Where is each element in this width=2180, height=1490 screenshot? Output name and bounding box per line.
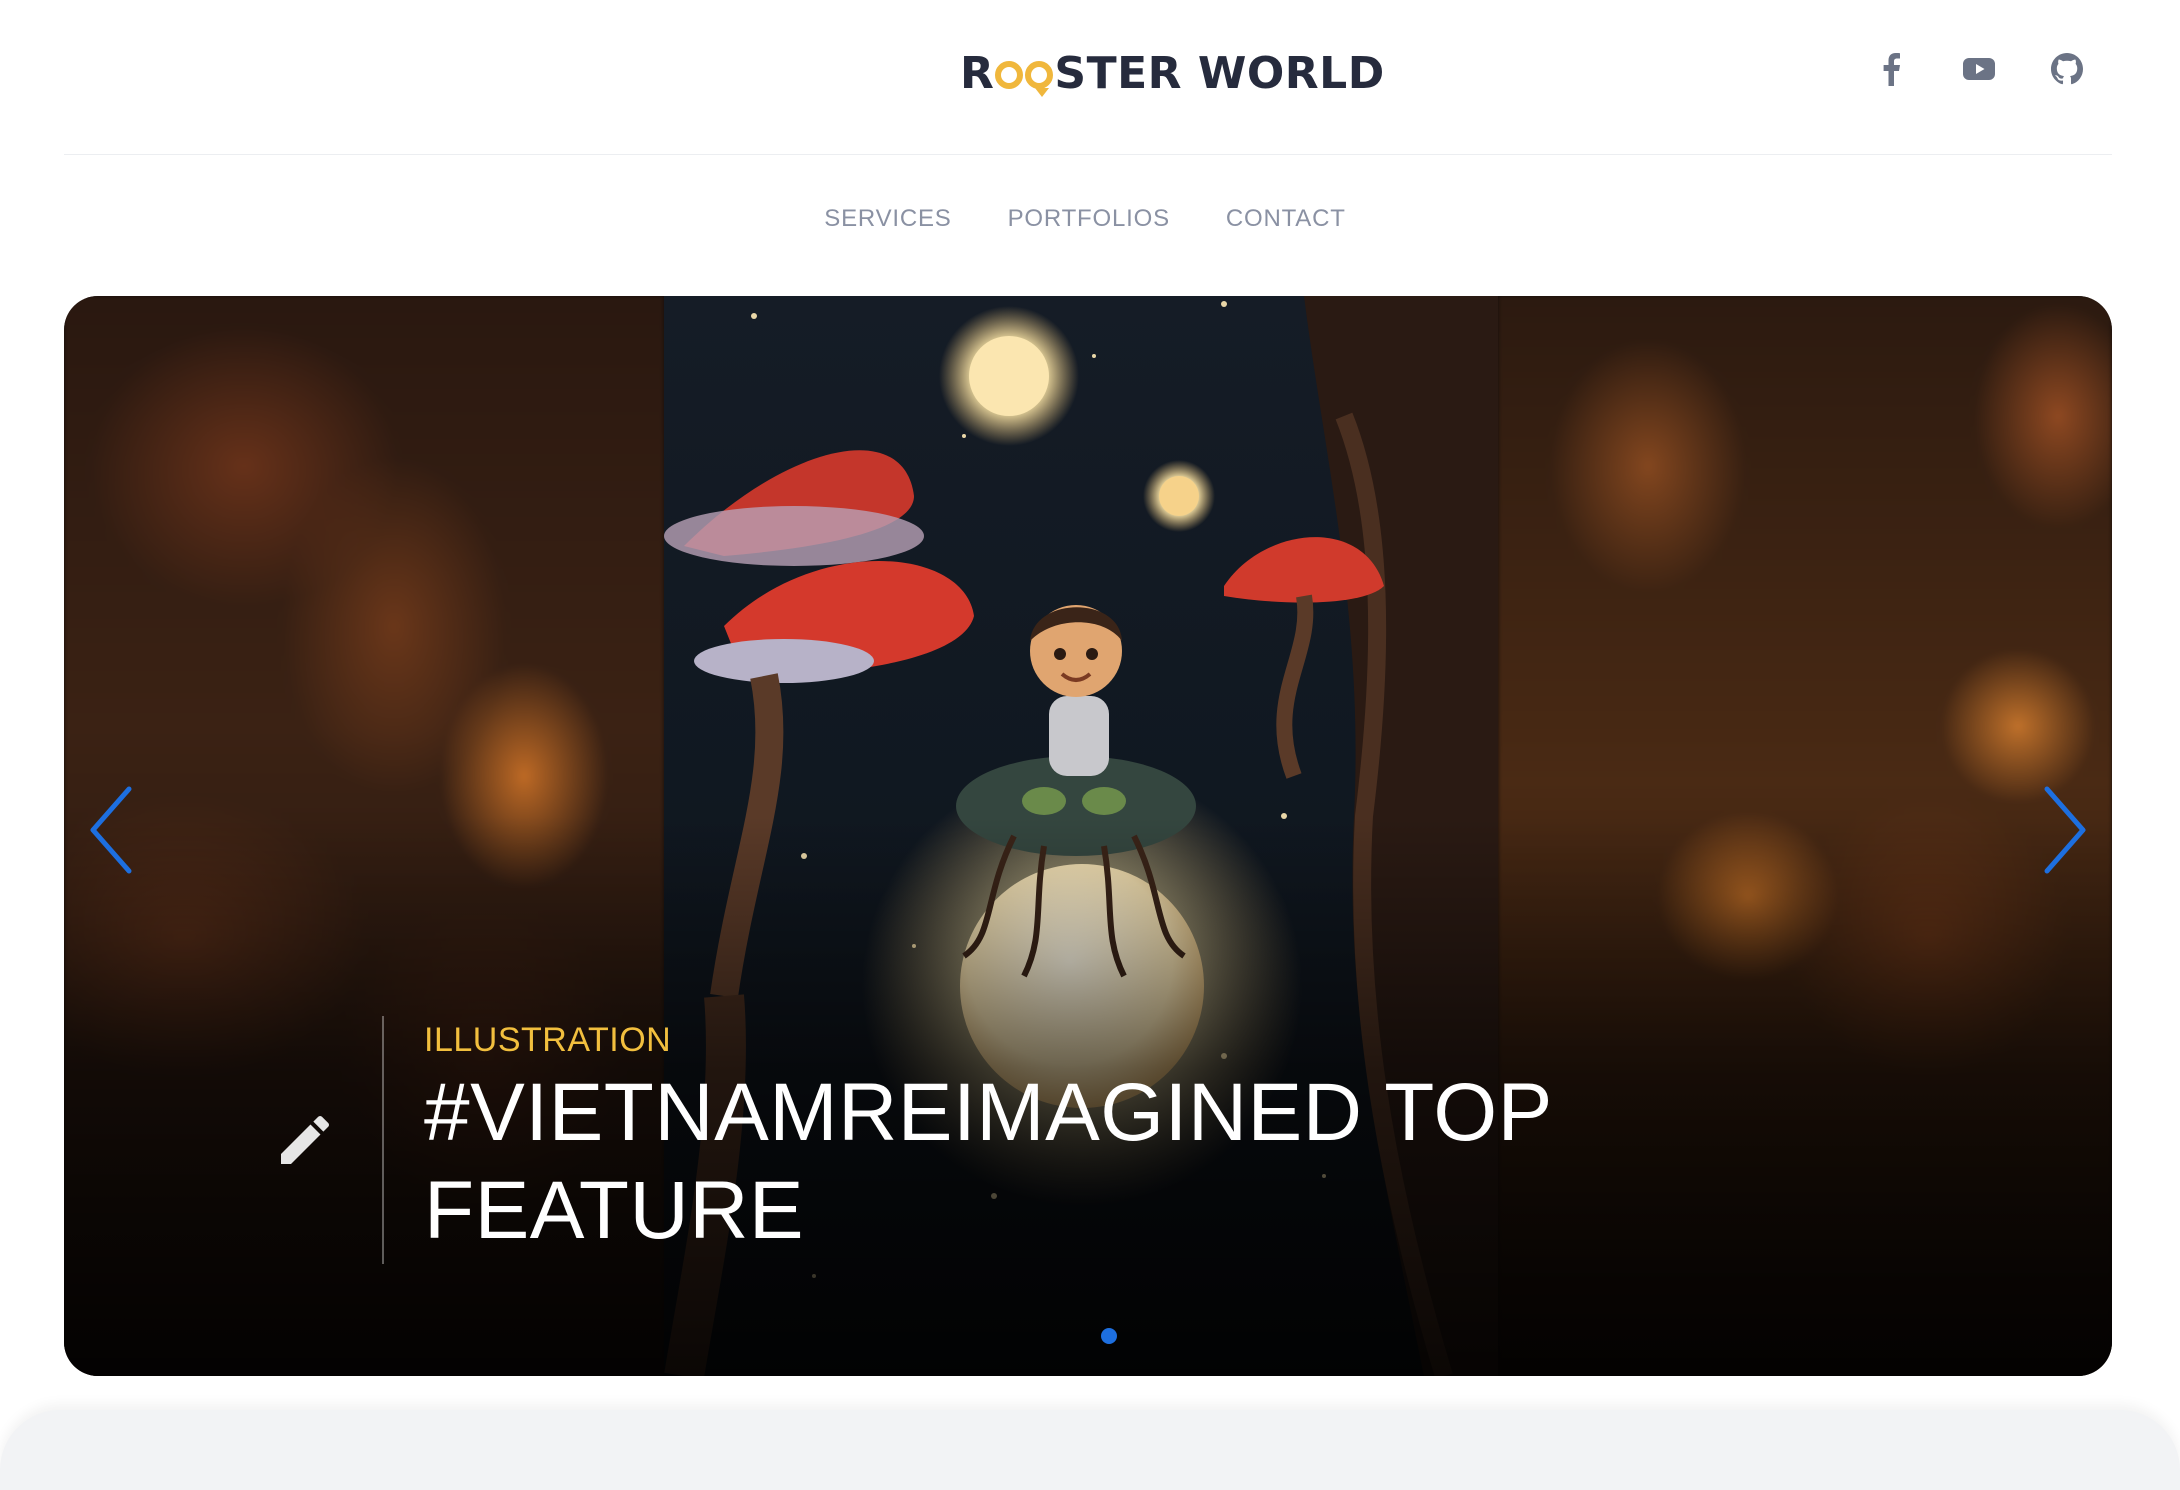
nav-item-contact[interactable]: CONTACT bbox=[1226, 205, 1346, 233]
slide-caption: ILLUSTRATION #VIETNAMREIMAGINED TOP FEAT… bbox=[250, 1016, 1664, 1264]
nav-item-services[interactable]: SERVICES bbox=[824, 205, 951, 233]
next-section-card bbox=[0, 1410, 2180, 1490]
pagination-dot-active[interactable] bbox=[1101, 1328, 1117, 1344]
nav-items: SERVICES PORTFOLIOS CONTACT bbox=[824, 205, 1345, 233]
nav-item-portfolios[interactable]: PORTFOLIOS bbox=[1008, 205, 1170, 233]
github-icon bbox=[2051, 53, 2083, 85]
pencil-icon bbox=[281, 1115, 330, 1164]
site-header: R STER WORLD bbox=[64, 0, 2112, 155]
chevron-left-icon bbox=[90, 786, 132, 874]
slide-title[interactable]: #VIETNAMREIMAGINED TOP FEATURE bbox=[424, 1064, 1664, 1260]
site-logo[interactable]: R STER WORLD bbox=[960, 46, 1385, 100]
facebook-icon bbox=[1883, 53, 1900, 86]
caption-icon-wrap bbox=[250, 1108, 360, 1172]
logo-eye-right bbox=[1025, 61, 1054, 97]
logo-text-end: STER WORLD bbox=[1054, 47, 1385, 99]
main-nav: SERVICES PORTFOLIOS CONTACT bbox=[0, 205, 2180, 233]
youtube-link[interactable] bbox=[1960, 50, 1998, 88]
social-links bbox=[1872, 50, 2086, 88]
github-link[interactable] bbox=[2048, 50, 2086, 88]
logo-text-start: R bbox=[960, 47, 995, 99]
chevron-right-icon bbox=[2044, 786, 2086, 874]
slide-category[interactable]: ILLUSTRATION bbox=[424, 1021, 1664, 1060]
caption-text: ILLUSTRATION #VIETNAMREIMAGINED TOP FEAT… bbox=[424, 1021, 1664, 1260]
logo-eyes bbox=[995, 59, 1054, 97]
hero-slider[interactable]: ILLUSTRATION #VIETNAMREIMAGINED TOP FEAT… bbox=[64, 296, 2112, 1376]
slider-prev-button[interactable] bbox=[82, 782, 138, 878]
slider-pagination bbox=[64, 1328, 2112, 1344]
logo-eye-left bbox=[995, 61, 1024, 89]
facebook-link[interactable] bbox=[1872, 50, 1910, 88]
slider-next-button[interactable] bbox=[2038, 782, 2094, 878]
caption-divider bbox=[382, 1016, 384, 1264]
youtube-icon bbox=[1963, 58, 1995, 80]
